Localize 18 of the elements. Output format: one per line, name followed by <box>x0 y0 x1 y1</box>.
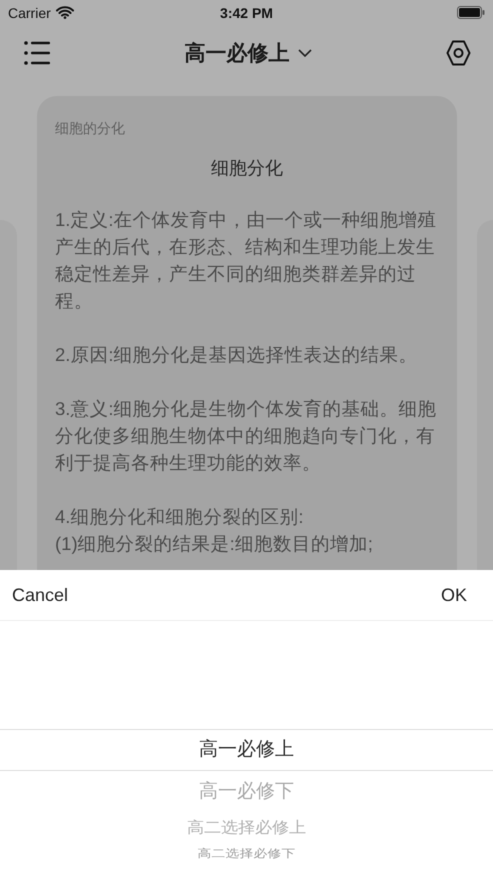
card-paragraph: 2.原因:细胞分化是基因选择性表达的结果。 <box>55 343 419 367</box>
carrier-label: Carrier <box>8 4 51 20</box>
settings-icon[interactable] <box>446 40 471 66</box>
cancel-button[interactable]: Cancel <box>12 580 68 610</box>
wifi-icon <box>56 6 74 19</box>
card-paragraph: 3.意义:细胞分化是生物个体发育的基础。细胞分化使多细胞生物体中的细胞趋向专门化，有利于提高各种生理功能的效率。 <box>55 397 438 475</box>
card-heading: 细胞分化 <box>210 157 284 180</box>
picker-option[interactable]: 高一必修上 <box>0 729 493 771</box>
chevron-down-icon[interactable] <box>298 48 312 56</box>
battery-icon <box>457 6 485 19</box>
nav-title[interactable]: 高一必修上 <box>184 38 290 66</box>
card-category: 细胞的分化 <box>55 120 126 138</box>
card-paragraph: 1.定义:在个体发育中，由一个或一种细胞增殖产生的后代，在形态、结构和生理功能上发生稳定性差异，产生不同的细胞类群差异的过程。 <box>55 208 438 313</box>
card-paragraph: 4.细胞分化和细胞分裂的区别: <box>55 505 305 529</box>
card-paragraph: (1)细胞分裂的结果是:细胞数目的增加; <box>55 532 374 556</box>
ok-button[interactable]: OK <box>440 580 467 610</box>
menu-icon[interactable] <box>24 40 50 64</box>
clock-time: 3:42 PM <box>220 4 273 20</box>
